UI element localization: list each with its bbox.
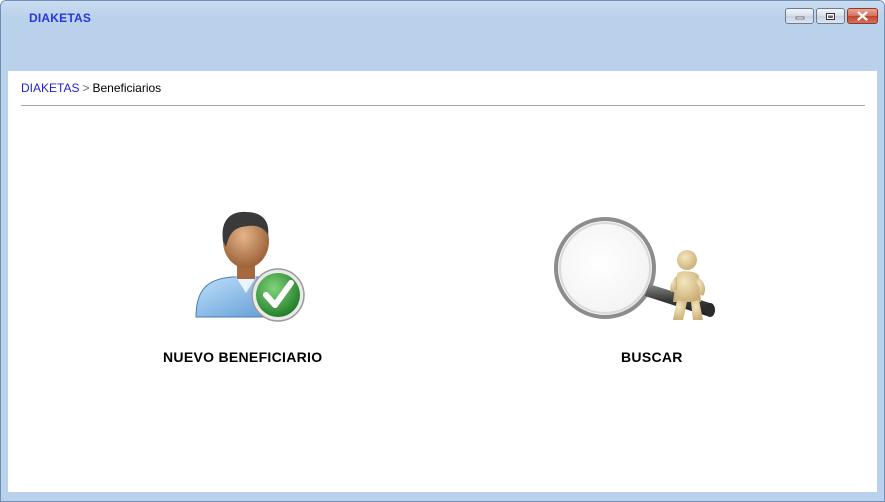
search-label: BUSCAR: [621, 349, 683, 365]
window-title: DIAKETAS: [29, 11, 92, 25]
close-icon: [857, 11, 868, 21]
window-bottom-border: [1, 492, 884, 501]
breadcrumb-current: Beneficiarios: [92, 81, 162, 95]
close-button[interactable]: [847, 8, 878, 24]
maximize-icon: [826, 12, 835, 20]
main-content: DIAKETAS > Beneficiarios NUEVO BENEFICIA…: [8, 71, 877, 492]
title-bar[interactable]: DIAKETAS: [1, 1, 884, 71]
search-button[interactable]: BUSCAR: [553, 216, 723, 371]
breadcrumb-divider: [21, 105, 865, 106]
breadcrumb: DIAKETAS > Beneficiarios: [21, 81, 161, 95]
new-beneficiary-button[interactable]: NUEVO BENEFICIARIO: [158, 199, 343, 369]
minimize-icon: [795, 16, 804, 20]
breadcrumb-root-link[interactable]: DIAKETAS: [21, 81, 79, 95]
minimize-button[interactable]: [785, 8, 814, 24]
breadcrumb-separator: >: [82, 81, 90, 95]
maximize-button[interactable]: [816, 8, 845, 24]
new-beneficiary-label: NUEVO BENEFICIARIO: [163, 349, 323, 365]
window-controls: [785, 8, 878, 24]
app-window: DIAKETAS DIAKETAS > Beneficiarios NUEVO …: [0, 0, 885, 502]
magnifier-figure-icon: [554, 217, 715, 320]
user-checkmark-icon: [195, 211, 305, 322]
